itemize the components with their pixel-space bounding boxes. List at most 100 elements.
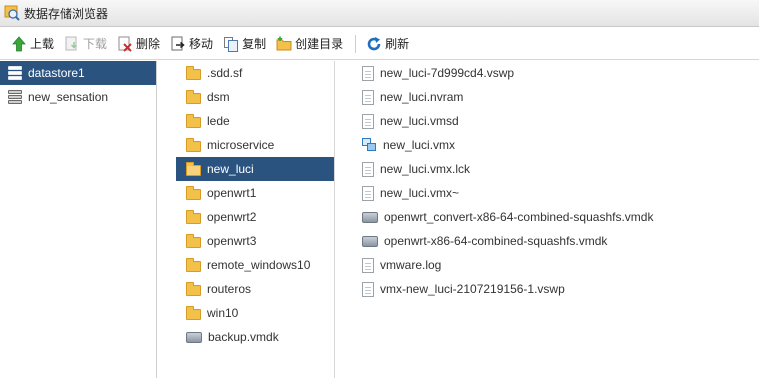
folder-icon — [186, 281, 201, 296]
folder-item-label: lede — [207, 114, 230, 128]
upload-label: 上载 — [30, 37, 55, 51]
download-icon — [64, 36, 80, 52]
move-button[interactable]: 移动 — [166, 32, 217, 56]
folder-item[interactable]: openwrt2 — [176, 205, 334, 229]
folder-item-label: .sdd.sf — [207, 66, 243, 80]
folder-item[interactable]: microservice — [176, 133, 334, 157]
disk-icon — [362, 235, 378, 247]
file-item[interactable]: new_luci.vmx~ — [351, 181, 759, 205]
file-item-label: new_luci.nvram — [380, 90, 464, 104]
datastore-item[interactable]: new_sensation — [0, 85, 156, 109]
move-label: 移动 — [189, 37, 214, 51]
datastore-item[interactable]: datastore1 — [0, 61, 156, 85]
folder-item-label: backup.vmdk — [208, 330, 279, 344]
folder-item[interactable]: win10 — [176, 301, 334, 325]
folder-item-label: routeros — [207, 282, 252, 296]
file-item[interactable]: new_luci.vmx — [351, 133, 759, 157]
file-icon — [362, 113, 374, 129]
folder-icon — [186, 305, 201, 320]
folder-icon — [186, 137, 201, 152]
folder-icon — [186, 257, 201, 272]
upload-button[interactable]: 上载 — [7, 32, 58, 56]
disk-icon — [186, 331, 202, 343]
file-item-label: new_luci.vmx.lck — [380, 162, 471, 176]
file-item[interactable]: vmx-new_luci-2107219156-1.vswp — [351, 277, 759, 301]
datastore-item-label: datastore1 — [28, 66, 85, 80]
file-item-label: new_luci.vmx — [383, 138, 456, 152]
create-directory-label: 创建目录 — [295, 37, 344, 51]
file-item-label: openwrt_convert-x86-64-combined-squashfs… — [384, 210, 654, 224]
folder-item-label: win10 — [207, 306, 239, 320]
delete-label: 删除 — [136, 37, 161, 51]
folder-item-label: openwrt3 — [207, 234, 257, 248]
vm-config-icon — [362, 138, 377, 152]
folder-item[interactable]: openwrt1 — [176, 181, 334, 205]
create-directory-button[interactable]: 创建目录 — [272, 32, 347, 56]
datastore-icon — [8, 66, 22, 80]
datastore-browser-icon — [4, 5, 20, 21]
file-item-label: vmware.log — [380, 258, 442, 272]
copy-label: 复制 — [242, 37, 267, 51]
folder-item[interactable]: routeros — [176, 277, 334, 301]
file-item[interactable]: openwrt_convert-x86-64-combined-squashfs… — [351, 205, 759, 229]
refresh-label: 刷新 — [385, 37, 410, 51]
delete-button[interactable]: 删除 — [113, 32, 164, 56]
file-icon — [362, 185, 374, 201]
file-item-label: vmx-new_luci-2107219156-1.vswp — [380, 282, 565, 296]
refresh-icon — [366, 36, 382, 52]
folder-icon — [186, 185, 201, 200]
file-item-label: new_luci.vmsd — [380, 114, 459, 128]
folder-item-label: new_luci — [207, 162, 254, 176]
folder-item[interactable]: lede — [176, 109, 334, 133]
move-icon — [170, 36, 186, 52]
folder-icon — [186, 233, 201, 248]
folder-item[interactable]: new_luci — [176, 157, 334, 181]
folder-item-label: dsm — [207, 90, 230, 104]
folder-item-label: openwrt2 — [207, 210, 257, 224]
folder-item[interactable]: openwrt3 — [176, 229, 334, 253]
window-title: 数据存储浏览器 — [24, 6, 109, 21]
copy-button[interactable]: 复制 — [219, 32, 270, 56]
file-icon — [362, 281, 374, 297]
file-item[interactable]: openwrt-x86-64-combined-squashfs.vmdk — [351, 229, 759, 253]
toolbar-divider — [355, 34, 357, 53]
folder-item-label: remote_windows10 — [207, 258, 311, 272]
file-item[interactable]: vmware.log — [351, 253, 759, 277]
folder-icon — [186, 209, 201, 224]
file-item-label: openwrt-x86-64-combined-squashfs.vmdk — [384, 234, 608, 248]
file-item-label: new_luci-7d999cd4.vswp — [380, 66, 515, 80]
folder-item-label: microservice — [207, 138, 275, 152]
datastore-item-label: new_sensation — [28, 90, 109, 104]
file-item[interactable]: new_luci.vmx.lck — [351, 157, 759, 181]
folder-list: .sdd.sf dsm lede microservice new_luciopenwr… — [176, 61, 335, 378]
folder-item-label: openwrt1 — [207, 186, 257, 200]
file-item[interactable]: new_luci.nvram — [351, 85, 759, 109]
download-button[interactable]: 下载 — [60, 32, 111, 56]
folder-item[interactable]: remote_windows10 — [176, 253, 334, 277]
folder-item[interactable]: backup.vmdk — [176, 325, 334, 349]
file-icon — [362, 257, 374, 273]
folder-item[interactable]: dsm — [176, 85, 334, 109]
datastore-icon — [8, 90, 22, 104]
folder-icon — [186, 65, 201, 80]
file-list: new_luci-7d999cd4.vswp new_luci.nvram new_… — [351, 61, 759, 378]
datastore-list: datastore1 new_sensation — [0, 61, 157, 378]
download-label: 下载 — [83, 37, 108, 51]
refresh-button[interactable]: 刷新 — [362, 32, 413, 56]
folder-icon — [186, 89, 201, 104]
file-item[interactable]: new_luci-7d999cd4.vswp — [351, 61, 759, 85]
upload-arrow-icon — [11, 35, 27, 52]
title-bar: 数据存储浏览器 — [0, 0, 759, 27]
disk-icon — [362, 211, 378, 223]
folder-icon — [186, 161, 201, 176]
delete-icon — [117, 36, 133, 52]
new-folder-icon — [276, 36, 292, 52]
file-icon — [362, 65, 374, 81]
folder-icon — [186, 113, 201, 128]
file-item-label: new_luci.vmx~ — [380, 186, 460, 200]
folder-item[interactable]: .sdd.sf — [176, 61, 334, 85]
file-icon — [362, 161, 374, 177]
copy-icon — [223, 36, 239, 52]
file-item[interactable]: new_luci.vmsd — [351, 109, 759, 133]
toolbar: 上载 下载 删除 移动 复制 创建目录 刷新 — [0, 28, 759, 60]
